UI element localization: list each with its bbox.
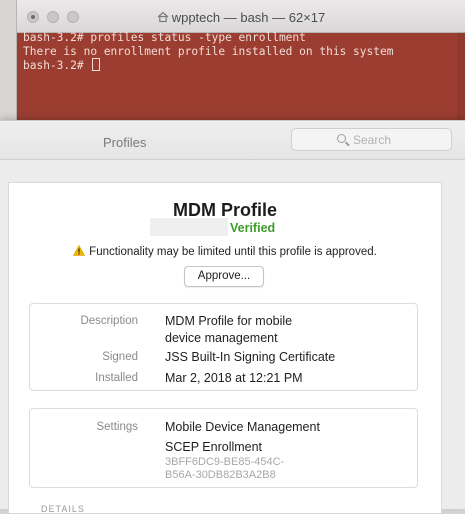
approval-warning: Functionality may be limited until this … — [9, 245, 441, 258]
profiles-window[interactable]: Profiles Search MDM Profile Verified Fun… — [0, 120, 465, 514]
terminal-prompt: bash-3.2# — [23, 59, 91, 73]
terminal-line-command: bash-3.2# profiles status -type enrollme… — [23, 31, 306, 44]
verified-status: Verified — [230, 221, 276, 235]
home-folder-icon — [157, 11, 169, 23]
terminal-titlebar[interactable]: wpptech — bash — 62×17 — [17, 0, 465, 33]
settings-box: Settings Mobile Device Management SCEP E… — [29, 408, 418, 488]
description-line-1: MDM Profile for mobile — [165, 314, 293, 328]
terminal-output[interactable]: bash-3.2# profiles status -type enrollme… — [23, 31, 459, 73]
terminal-line-output: There is no enrollment profile installed… — [23, 44, 394, 58]
scep-id-line-1: 3BFF6DC9-BE85-454C- — [165, 456, 285, 468]
description-label: Description — [80, 315, 138, 327]
profiles-toolbar: Profiles Search — [0, 121, 465, 160]
profile-detail-panel: MDM Profile Verified Functionality may b… — [8, 182, 442, 514]
profiles-title: Profiles — [103, 135, 147, 150]
terminal-title: wpptech — bash — 62×17 — [17, 10, 465, 25]
terminal-scrollbar[interactable] — [457, 32, 465, 130]
terminal-title-text: wpptech — bash — 62×17 — [171, 10, 326, 25]
terminal-cursor — [92, 58, 101, 72]
approval-warning-text: Functionality may be limited until this … — [89, 246, 377, 258]
description-line-2: device management — [165, 331, 278, 345]
search-icon — [337, 134, 346, 143]
terminal-window[interactable]: wpptech — bash — 62×17 bash-3.2# profile… — [17, 0, 465, 130]
redacted-text — [150, 218, 228, 236]
scep-id-line-2: B56A-30DB82B3A2B8 — [165, 469, 276, 481]
settings-item-scep: SCEP Enrollment — [165, 440, 263, 454]
search-placeholder: Search — [353, 133, 392, 147]
settings-label: Settings — [96, 421, 138, 433]
terminal-line-prompt: bash-3.2# — [23, 58, 459, 73]
settings-item-mdm: Mobile Device Management — [165, 420, 320, 434]
signed-label: Signed — [102, 351, 138, 363]
approve-button[interactable]: Approve... — [184, 266, 264, 287]
profile-info-box: Description MDM Profile for mobile devic… — [29, 303, 418, 391]
installed-label: Installed — [95, 372, 138, 384]
installed-value: Mar 2, 2018 at 12:21 PM — [165, 371, 303, 385]
signed-value: JSS Built-In Signing Certificate — [165, 350, 336, 364]
search-field[interactable]: Search — [291, 128, 452, 151]
details-section-header: DETAILS — [41, 504, 85, 514]
warning-icon — [73, 245, 86, 256]
